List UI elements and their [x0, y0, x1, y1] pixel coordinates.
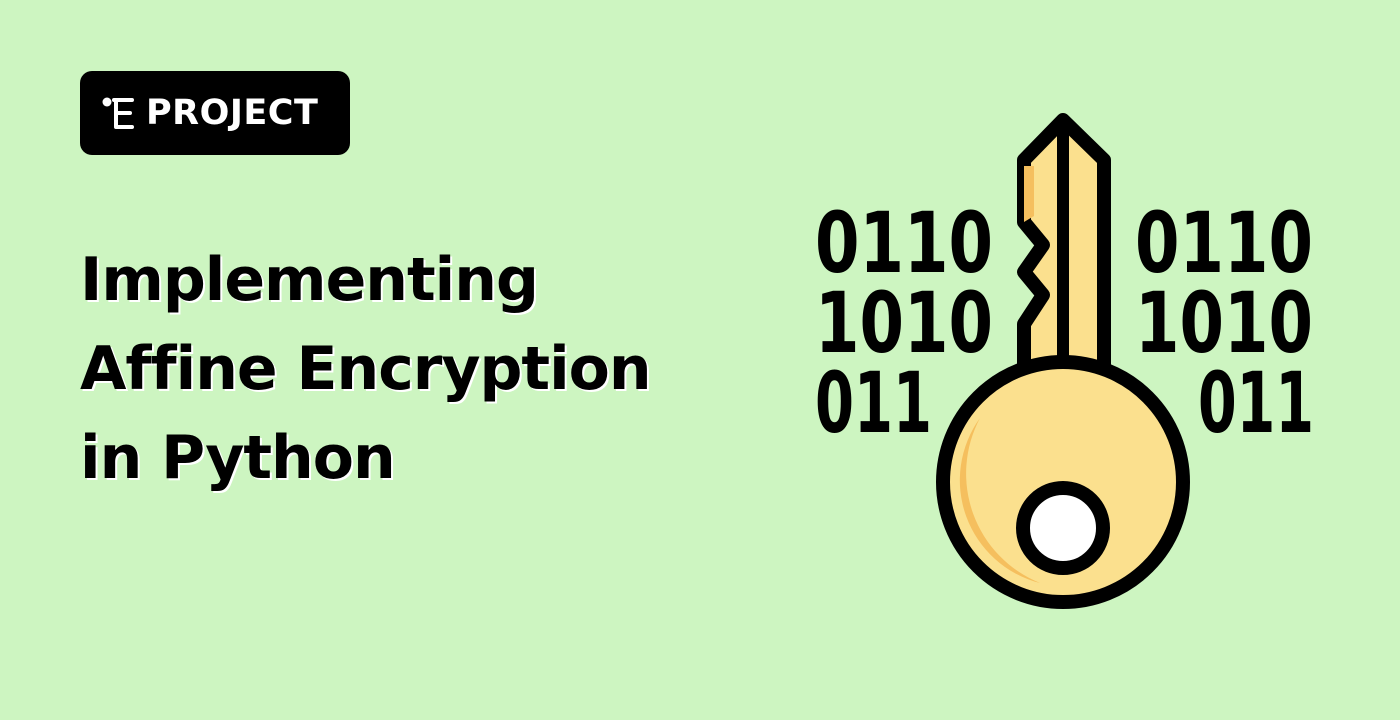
page-title: Implementing Affine Encryption in Python	[80, 236, 740, 503]
badge-label: PROJECT	[146, 92, 319, 133]
binary-text: 011	[815, 354, 932, 452]
title-line: Affine Encryption	[80, 334, 652, 404]
binary-text: 011	[1198, 354, 1314, 452]
key-illustration: 0110 1010 011 0110 1010 011	[815, 113, 1314, 609]
title-line: in Python	[80, 423, 396, 493]
tree-icon	[102, 97, 134, 129]
project-badge: PROJECT	[80, 71, 350, 155]
title-line: Implementing	[80, 245, 539, 315]
